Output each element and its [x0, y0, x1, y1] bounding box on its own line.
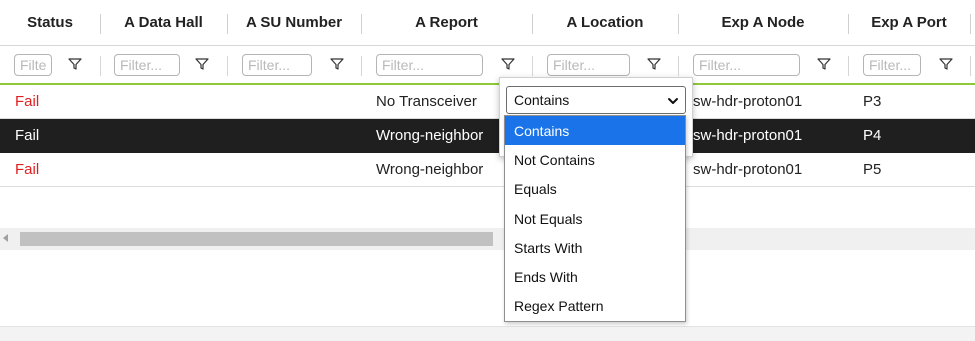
- funnel-icon[interactable]: [68, 57, 82, 71]
- funnel-icon[interactable]: [195, 57, 209, 71]
- filter-type-select[interactable]: Contains: [506, 86, 686, 114]
- filter-divider: [970, 56, 971, 76]
- column-header-a-location[interactable]: A Location: [532, 0, 678, 45]
- filter-cell-exp-a-node: Filter...: [693, 46, 801, 83]
- filter-row: Filte Filter... Filter... Filter... Filt…: [0, 46, 975, 85]
- filter-cell-a-su-number: Filter...: [242, 46, 314, 83]
- chevron-down-icon: [668, 98, 678, 104]
- option-contains[interactable]: Contains: [505, 116, 685, 146]
- table-row[interactable]: Fail Wrong-neighbor sw-hdr-proton01 P5: [0, 153, 975, 187]
- filter-divider: [361, 56, 362, 76]
- filter-input-exp-a-port[interactable]: Filter...: [863, 53, 921, 76]
- column-header-status[interactable]: Status: [0, 0, 100, 45]
- column-header-exp-a-node[interactable]: Exp A Node: [678, 0, 848, 45]
- option-ends-with[interactable]: Ends With: [505, 262, 685, 291]
- su-number-cell: [242, 119, 357, 152]
- column-header-a-data-hall[interactable]: A Data Hall: [100, 0, 227, 45]
- horizontal-scrollbar[interactable]: [0, 228, 975, 250]
- data-grid: Status A Data Hall A SU Number A Report …: [0, 0, 975, 187]
- filter-divider: [532, 56, 533, 76]
- node-cell: sw-hdr-proton01: [693, 127, 803, 144]
- option-starts-with[interactable]: Starts With: [505, 233, 685, 262]
- left-arrow-icon[interactable]: [3, 234, 8, 242]
- option-regex-pattern[interactable]: Regex Pattern: [505, 292, 685, 321]
- table-row[interactable]: Fail No Transceiver sw-hdr-proton01 P3: [0, 85, 975, 119]
- filter-input-status[interactable]: Filte: [14, 53, 52, 76]
- column-header-a-report[interactable]: A Report: [361, 0, 532, 45]
- table-row[interactable]: Fail Wrong-neighbor sw-hdr-proton01 P4: [0, 119, 975, 153]
- filter-input-a-report[interactable]: Filter...: [376, 53, 483, 76]
- funnel-icon[interactable]: [647, 57, 661, 71]
- filter-divider: [100, 56, 101, 76]
- data-hall-cell: [115, 153, 225, 186]
- filter-input-exp-a-node[interactable]: Filter...: [693, 53, 800, 76]
- filter-type-selected: Contains: [514, 92, 570, 108]
- status-cell: Fail: [15, 93, 40, 110]
- column-header-a-su-number[interactable]: A SU Number: [227, 0, 361, 45]
- scrollbar-thumb[interactable]: [20, 232, 493, 246]
- funnel-icon[interactable]: [939, 57, 953, 71]
- option-not-contains[interactable]: Not Contains: [505, 145, 685, 174]
- filter-cell-exp-a-port: Filter...: [863, 46, 923, 83]
- data-hall-cell: [115, 119, 225, 152]
- data-hall-cell: [115, 85, 225, 118]
- option-equals[interactable]: Equals: [505, 175, 685, 204]
- port-cell: P5: [863, 161, 882, 178]
- filter-divider: [848, 56, 849, 76]
- filter-type-dropdown: Contains Not Contains Equals Not Equals …: [504, 115, 686, 322]
- filter-divider: [227, 56, 228, 76]
- port-cell: P3: [863, 93, 882, 110]
- status-cell: Fail: [15, 161, 40, 178]
- column-header-exp-a-port[interactable]: Exp A Port: [848, 0, 970, 45]
- filter-input-a-su-number[interactable]: Filter...: [242, 53, 312, 76]
- funnel-icon[interactable]: [330, 57, 344, 71]
- filter-cell-status: Filte: [14, 46, 54, 83]
- option-not-equals[interactable]: Not Equals: [505, 204, 685, 233]
- column-divider[interactable]: [970, 14, 971, 34]
- status-cell: Fail: [15, 127, 40, 144]
- port-cell: P4: [863, 127, 882, 144]
- header-row: Status A Data Hall A SU Number A Report …: [0, 0, 975, 46]
- node-cell: sw-hdr-proton01: [693, 161, 803, 178]
- funnel-icon[interactable]: [501, 57, 515, 71]
- filter-divider: [678, 56, 679, 76]
- su-number-cell: [242, 85, 357, 118]
- funnel-icon[interactable]: [817, 57, 831, 71]
- filter-cell-a-report: Filter...: [376, 46, 484, 83]
- filter-input-a-data-hall[interactable]: Filter...: [114, 53, 180, 76]
- grid-footer: [0, 326, 975, 341]
- filter-input-a-location[interactable]: Filter...: [547, 53, 630, 76]
- filter-cell-a-data-hall: Filter...: [114, 46, 182, 83]
- node-cell: sw-hdr-proton01: [693, 93, 803, 110]
- su-number-cell: [242, 153, 357, 186]
